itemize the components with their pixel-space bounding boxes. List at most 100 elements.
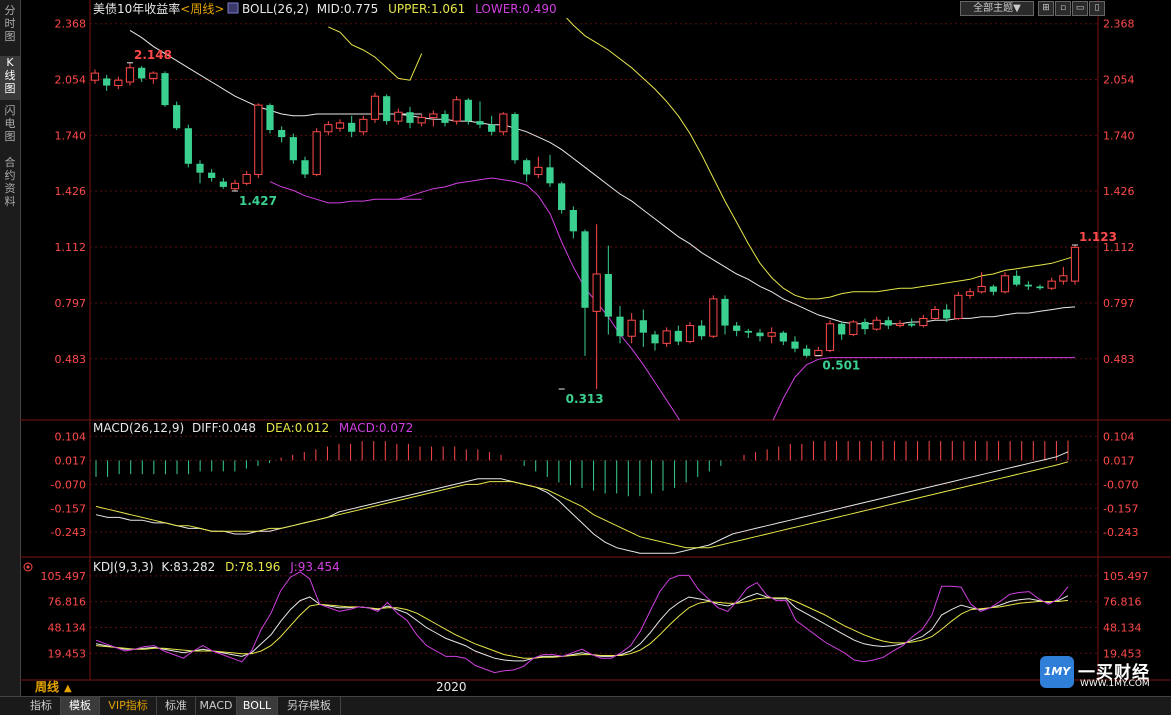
- candle-body-down: [301, 160, 309, 175]
- legend-macd: MACD:0.072: [339, 421, 413, 435]
- candle-body-down: [651, 334, 659, 344]
- candle-body-down: [838, 323, 846, 335]
- candle-body-down: [1024, 284, 1032, 287]
- macd-tick-left: -0.070: [51, 478, 86, 491]
- candle-body-down: [639, 320, 647, 333]
- candle-body-up: [312, 131, 321, 175]
- candle-body-up: [324, 124, 333, 133]
- kdj-tick-right: 105.497: [1103, 570, 1149, 583]
- kdj-legend: KDJ(9,3,3) K:83.282 D:78.196 J:93.454: [93, 560, 340, 574]
- candle-body-up: [534, 166, 543, 175]
- candles: [90, 62, 1080, 390]
- price-tick-right: 1.112: [1103, 241, 1135, 254]
- candle-body-up: [114, 79, 123, 87]
- candle-body-down: [721, 298, 729, 326]
- candle-body-down: [698, 325, 706, 337]
- year-label: 2020: [436, 680, 467, 694]
- macd-tick-right: 0.017: [1103, 454, 1135, 467]
- tab-indicators[interactable]: 指标: [22, 697, 61, 715]
- candle-body-down: [861, 322, 869, 330]
- kdj-tick-right: 76.816: [1103, 596, 1142, 609]
- brand-logo: 1MY: [1040, 656, 1074, 688]
- price-tick-left: 1.112: [55, 241, 87, 254]
- candle-body-down: [674, 330, 682, 342]
- price-tick-right: 1.426: [1103, 185, 1135, 198]
- main-legend: 美债10年收益率<周线>: [93, 1, 224, 16]
- tab-templates[interactable]: 模板: [61, 697, 100, 715]
- kdj-tick-left: 76.816: [48, 596, 87, 609]
- candle-body-up: [709, 298, 718, 337]
- candle-body-down: [278, 130, 286, 138]
- price-tick-left: 2.368: [55, 18, 87, 31]
- legend-k: K:83.282: [161, 560, 215, 574]
- macd-tick-right: -0.243: [1103, 526, 1138, 539]
- boll-upper-history: [328, 26, 423, 81]
- window-small-icon[interactable]: ▫: [1055, 1, 1071, 16]
- candle-body-up: [499, 113, 508, 133]
- tab-boll[interactable]: BOLL: [237, 697, 278, 715]
- candle-body-up: [370, 95, 380, 120]
- brand-url: WWW.1MY.COM: [1080, 679, 1150, 689]
- tab-standard[interactable]: 标准: [157, 697, 196, 715]
- kdj-tick-right: 48.134: [1103, 621, 1142, 634]
- candle-body-up: [125, 67, 135, 83]
- kline-chart[interactable]: 2.1481.4270.3130.5011.123 2.368 2.3682.05…: [0, 0, 1171, 696]
- candle-body-up: [452, 99, 461, 122]
- candle-body-down: [1013, 275, 1021, 285]
- period-label[interactable]: 周线: [35, 679, 59, 694]
- macd-tick-left: -0.243: [51, 526, 86, 539]
- candle-body-up: [1070, 246, 1080, 282]
- kdj-tick-left: 48.134: [48, 621, 87, 634]
- candle-body-up: [1059, 275, 1068, 282]
- candle-body-up: [919, 317, 928, 327]
- candle-body-down: [406, 112, 414, 123]
- window-wide-icon[interactable]: ▭: [1072, 1, 1088, 16]
- period-arrow-icon[interactable]: ▲: [64, 683, 72, 694]
- candle-body-down: [744, 330, 752, 333]
- legend-kdj-name: KDJ(9,3,3): [93, 560, 154, 574]
- candle-body-up: [895, 323, 905, 327]
- candle-body-up: [149, 72, 158, 79]
- candle-body-down: [616, 316, 624, 337]
- price-tick-right: 0.483: [1103, 353, 1135, 366]
- candle-body-up: [965, 291, 975, 296]
- price-tick-right: 1.740: [1103, 129, 1135, 142]
- window-tall-icon[interactable]: ▯: [1089, 1, 1105, 16]
- candle-body-up: [90, 72, 100, 81]
- candle-body-down: [138, 67, 146, 79]
- macd-tick-left: 0.017: [55, 454, 87, 467]
- legend-mid: MID:0.775: [317, 2, 379, 16]
- theme-select[interactable]: 全部主题▼: [960, 1, 1034, 16]
- candle-body-down: [803, 348, 811, 356]
- layout-grid-icon[interactable]: ⊞: [1038, 1, 1054, 16]
- candle-body-up: [417, 117, 426, 124]
- candle-body-down: [569, 210, 577, 232]
- candle-body-down: [604, 274, 612, 317]
- annotation-label: 2.148: [134, 48, 172, 62]
- candle-body-down: [103, 78, 111, 86]
- price-tick-left: 1.740: [55, 129, 87, 142]
- candle-body-down: [173, 105, 181, 129]
- price-tick-right: 2.368: [1103, 18, 1135, 31]
- legend-d: D:78.196: [225, 560, 280, 574]
- candle-body-up: [825, 323, 835, 351]
- candle-body-down: [791, 341, 799, 349]
- tab-save-template[interactable]: 另存模板: [278, 697, 341, 715]
- candle-body-down: [884, 320, 892, 326]
- candle-body-down: [523, 160, 531, 175]
- kdj-lines: [95, 571, 1069, 674]
- candle-body-down: [756, 332, 764, 337]
- candle-body-up: [814, 349, 823, 357]
- kdj-tick-left: 19.453: [48, 647, 87, 660]
- macd-tick-left: -0.157: [51, 502, 86, 515]
- candle-body-up: [254, 104, 263, 175]
- legend-boll: BOLL(26,2): [242, 2, 309, 16]
- tab-macd[interactable]: MACD: [196, 697, 237, 715]
- boll-legend: BOLL(26,2) MID:0.775 UPPER:1.061 LOWER:0…: [242, 2, 557, 16]
- price-tick-left: 1.426: [55, 185, 87, 198]
- legend-upper: UPPER:1.061: [388, 2, 465, 16]
- tab-vip-indicators[interactable]: VIP指标: [100, 697, 157, 715]
- candle-body-up: [977, 285, 986, 293]
- watermark: 1MY 一买财经 WWW.1MY.COM: [1040, 656, 1165, 692]
- candle-body-up: [627, 319, 636, 337]
